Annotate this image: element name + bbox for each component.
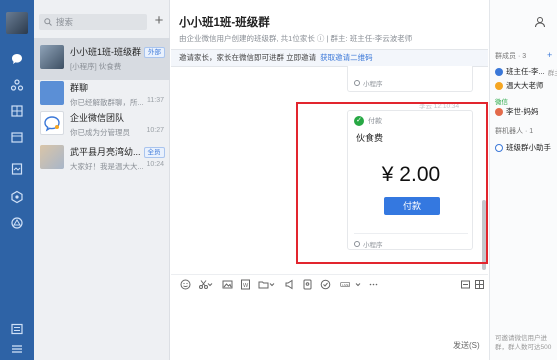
- avatar: [40, 45, 64, 69]
- wecom-logo-icon: [44, 116, 60, 132]
- panel-footer: 可邀请微信用户进群，群人数可达500: [495, 335, 552, 351]
- emoji-icon[interactable]: [179, 278, 191, 290]
- conversation-time: 11:37: [147, 97, 164, 104]
- more-options-icon[interactable]: [367, 278, 379, 290]
- add-member-button[interactable]: +: [547, 50, 552, 60]
- wecom-team-avatar: [40, 111, 64, 135]
- member-avatar: [495, 81, 503, 90]
- image-icon[interactable]: [221, 278, 233, 290]
- conversation-time: 10:24: [146, 161, 164, 168]
- member-item[interactable]: 李世-妈妈: [495, 106, 539, 117]
- nav-rail: [0, 0, 34, 360]
- avatar: [40, 145, 64, 169]
- member-name: 班主任-李...: [506, 67, 545, 76]
- all-staff-badge: 全员: [143, 147, 165, 158]
- screenshot-dropdown-icon[interactable]: [207, 278, 213, 290]
- get-qr-code-link[interactable]: 获取邀请二维码: [320, 53, 373, 62]
- conversation-name: 群聊: [70, 83, 89, 93]
- announcement-icon[interactable]: [283, 278, 295, 290]
- mini-program-icon: [354, 80, 360, 86]
- add-member-icon[interactable]: [534, 16, 546, 30]
- message-icon[interactable]: [8, 50, 26, 68]
- svg-text:W: W: [243, 283, 249, 289]
- bots-title: 群机器人 · 1: [495, 128, 534, 135]
- member-name: 李世-妈妈: [506, 107, 539, 116]
- invite-notice-text: 邀请家长，家长在微信即可进群 立即邀请: [179, 53, 317, 62]
- previous-mini-program-card[interactable]: 小程序: [347, 66, 473, 92]
- group-avatar: [40, 81, 64, 105]
- live-dropdown-icon[interactable]: [355, 278, 361, 290]
- bot-name: 班级群小助手: [506, 143, 551, 152]
- conversation-preview: [小程序] 伙食费: [70, 62, 122, 71]
- conversation-name: 小小班1班-班级群: [70, 47, 142, 57]
- mini-program-label: 小程序: [363, 81, 383, 88]
- mini-program-tag: 小程序: [354, 78, 383, 88]
- drive-icon[interactable]: [8, 214, 26, 232]
- highlight-box: [296, 102, 488, 264]
- files-icon[interactable]: [473, 278, 485, 290]
- member-name: 温大大老师: [506, 81, 544, 90]
- live-icon[interactable]: LIVE: [337, 278, 353, 290]
- bot-item[interactable]: 班级群小助手: [495, 142, 551, 153]
- bot-icon: [495, 143, 503, 152]
- member-panel: 群成员 · 3 + 班主任-李... 群主 温大大老师 微信 李世-妈妈 群机器…: [489, 0, 557, 360]
- add-button[interactable]: +: [152, 13, 166, 29]
- conversation-preview: 大家好！我是温大大...: [70, 162, 144, 171]
- chat-subtitle: 由企业微信用户创建的班级群, 共1位家长 ⓘ | 群主: 班主任-李云波老师: [179, 34, 413, 43]
- input-toolbar: W LIVE: [171, 274, 488, 292]
- conversation-name: 企业微信团队: [70, 113, 125, 123]
- more-icon[interactable]: [8, 188, 26, 206]
- search-input[interactable]: 搜索: [39, 14, 147, 30]
- contacts-icon[interactable]: [8, 76, 26, 94]
- calendar-icon[interactable]: [8, 128, 26, 146]
- member-item[interactable]: 班主任-李... 群主: [495, 66, 557, 77]
- conversation-list: 搜索 + 小小班1班-班级群 外部 [小程序] 伙食费 群聊 你已经解散群聊，所.…: [34, 0, 170, 360]
- chat-history-icon[interactable]: [459, 278, 471, 290]
- todo-icon[interactable]: [319, 278, 331, 290]
- folder-icon[interactable]: [257, 278, 269, 290]
- member-avatar: [495, 67, 503, 76]
- red-packet-icon[interactable]: [301, 278, 313, 290]
- wechat-label: 微信: [495, 99, 508, 106]
- conversation-time: 10:27: [146, 127, 164, 134]
- word-doc-icon[interactable]: W: [239, 278, 251, 290]
- conversation-item[interactable]: 武平县月亮湾幼... 全员 大家好！我是温大大... 10:24: [34, 138, 170, 180]
- member-item[interactable]: 温大大老师: [495, 80, 544, 91]
- conversation-preview: 你已成为分管理员: [70, 128, 130, 137]
- external-badge: 外部: [144, 47, 166, 58]
- search-icon: [44, 18, 52, 26]
- menu-icon[interactable]: [8, 320, 26, 338]
- invite-notice: 邀请家长，家长在微信即可进群 立即邀请 获取邀请二维码: [171, 49, 488, 67]
- owner-tag: 群主: [547, 69, 557, 77]
- folder-dropdown-icon[interactable]: [269, 278, 275, 290]
- members-title: 群成员 · 3: [495, 53, 527, 60]
- send-button[interactable]: 发送(S): [453, 340, 480, 351]
- chat-title: 小小班1班-班级群: [179, 17, 270, 29]
- hamburger-icon[interactable]: [8, 340, 26, 358]
- member-avatar: [495, 107, 503, 116]
- search-placeholder: 搜索: [56, 17, 74, 27]
- workbench-icon[interactable]: [8, 102, 26, 120]
- doc-icon[interactable]: [8, 160, 26, 178]
- conversation-name: 武平县月亮湾幼...: [70, 147, 141, 157]
- svg-text:LIVE: LIVE: [342, 282, 349, 286]
- user-avatar[interactable]: [6, 12, 28, 34]
